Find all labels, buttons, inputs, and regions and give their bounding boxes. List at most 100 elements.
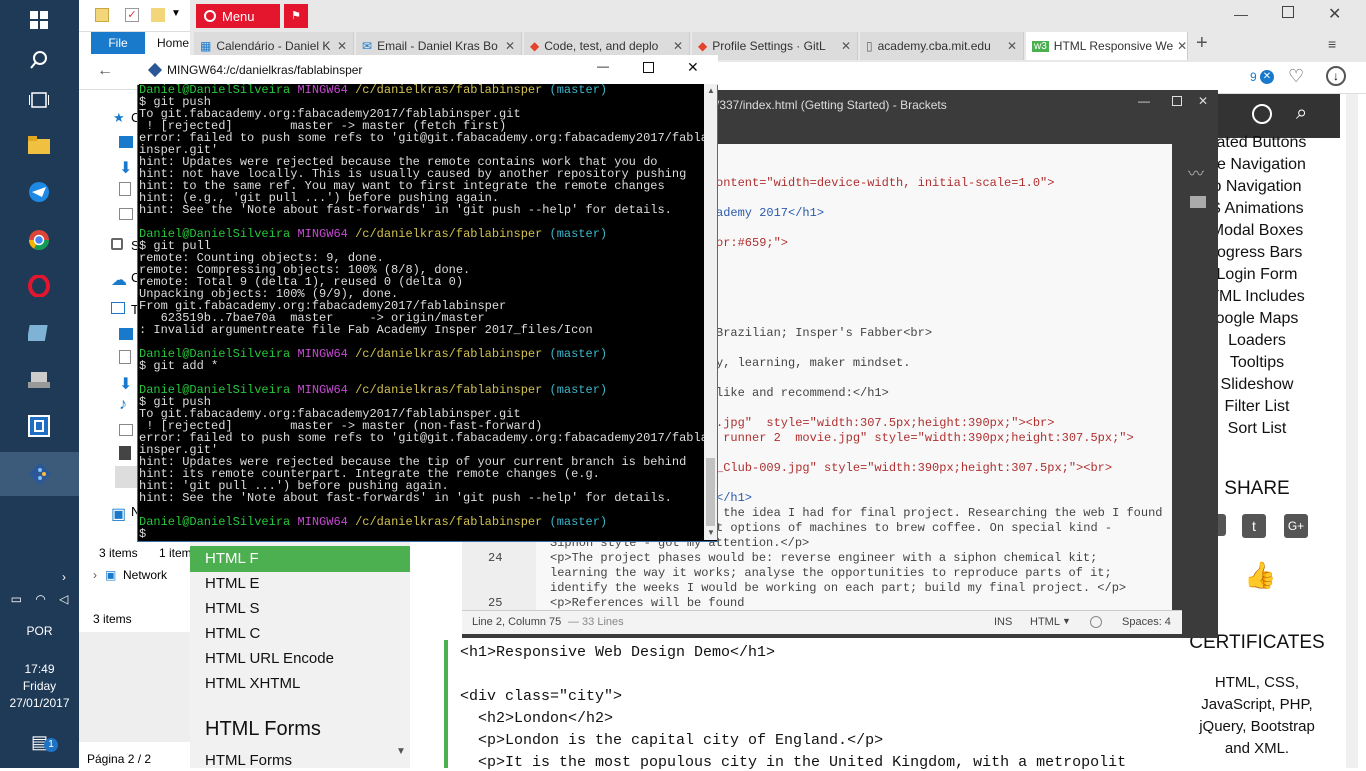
taskbar-git-bash[interactable]: [0, 452, 79, 496]
close-button[interactable]: ✕: [687, 59, 699, 76]
desktop2-icon[interactable]: [119, 328, 133, 340]
close-button[interactable]: ✕: [1328, 4, 1341, 24]
tab-html-responsive[interactable]: w3 HTML Responsive We ✕: [1026, 32, 1188, 60]
properties-icon[interactable]: ✓: [125, 8, 139, 22]
wifi-icon[interactable]: ◠: [35, 592, 45, 606]
code-line: the idea I had for final project. Resear…: [716, 506, 1163, 520]
language-select[interactable]: HTML: [1030, 616, 1060, 628]
code-line: runner 2 movie.jpg" style="width:390px;h…: [716, 431, 1134, 445]
taskbar-app-thunderbird[interactable]: [14, 172, 64, 212]
maximize-button[interactable]: [1172, 96, 1182, 106]
opera-menu-button[interactable]: Menu: [196, 4, 280, 28]
output-line: hint: See the 'Note about fast-forwards'…: [139, 491, 672, 505]
minimize-button[interactable]: —: [597, 59, 609, 73]
desktop-icon[interactable]: [119, 136, 133, 148]
left-nav-link[interactable]: HTML URL Encode: [205, 650, 334, 667]
pictures2-icon[interactable]: [119, 424, 133, 436]
pictures-icon[interactable]: [119, 208, 133, 220]
chevron-up-icon[interactable]: ›: [2, 570, 78, 584]
back-arrow-icon[interactable]: ←: [97, 62, 113, 80]
downloads2-icon[interactable]: ⬇: [119, 374, 132, 394]
battery-icon[interactable]: ▭: [11, 592, 22, 606]
scroll-up-icon[interactable]: ▲: [707, 86, 715, 95]
quick-access-icon[interactable]: ★: [113, 110, 125, 126]
volume-icon[interactable]: ◁: [59, 592, 68, 606]
left-nav-link[interactable]: HTML XHTML: [205, 675, 300, 692]
new-tab-button[interactable]: +: [1196, 32, 1208, 55]
onedrive-icon[interactable]: ☁: [111, 270, 127, 290]
opera-icon: [28, 275, 50, 297]
taskbar-app-notes[interactable]: [14, 313, 64, 353]
downloads-icon[interactable]: ⬇: [119, 158, 132, 178]
download-icon[interactable]: ↓: [1326, 66, 1346, 86]
extension-manager-icon[interactable]: [1190, 196, 1206, 208]
close-icon[interactable]: ✕: [501, 39, 515, 53]
left-nav-link[interactable]: HTML F: [205, 550, 259, 567]
close-icon[interactable]: ✕: [837, 39, 851, 53]
line-number: 25: [488, 596, 503, 610]
close-icon[interactable]: ✕: [1173, 39, 1187, 53]
cursor-position: Line 2, Column 75: [472, 616, 562, 628]
chevron-down-icon[interactable]: ▼: [171, 8, 181, 19]
brackets-icon: [28, 415, 50, 437]
taskbar-chrome[interactable]: [14, 220, 64, 260]
terminal-scrollbar[interactable]: ▲ ▼: [704, 84, 717, 540]
indent-spaces[interactable]: Spaces: 4: [1122, 616, 1171, 628]
left-nav-link[interactable]: HTML E: [205, 575, 259, 592]
page-scrollbar[interactable]: [1346, 94, 1358, 768]
taskbar-opera[interactable]: [14, 266, 64, 306]
hamburger-icon[interactable]: ≡: [1328, 36, 1336, 52]
windows-icon: [30, 11, 48, 29]
start-button[interactable]: [14, 0, 64, 40]
documents2-icon[interactable]: [119, 350, 131, 364]
left-nav-link[interactable]: HTML Forms: [205, 752, 292, 766]
chevron-down-icon[interactable]: ▼: [1062, 616, 1071, 626]
nav-item-network[interactable]: Network: [123, 568, 167, 582]
terminal-output[interactable]: Daniel@DanielSilveira MINGW64 /c/danielk…: [139, 84, 705, 540]
minimize-button[interactable]: —: [1138, 94, 1150, 108]
taskbar-file-explorer[interactable]: [14, 125, 64, 165]
this-pc-icon[interactable]: [111, 302, 125, 314]
maximize-button[interactable]: [643, 62, 654, 73]
chevron-down-icon[interactable]: ▼: [396, 746, 406, 757]
minimize-button[interactable]: —: [1234, 6, 1248, 22]
network-nav-icon[interactable]: ▣: [111, 504, 126, 524]
current-prompt[interactable]: $: [139, 528, 705, 540]
documents-icon[interactable]: [119, 182, 131, 196]
globe-icon[interactable]: [1252, 104, 1272, 124]
google-plus-icon[interactable]: G+: [1284, 514, 1308, 538]
settings-icon[interactable]: [111, 238, 123, 250]
heart-icon[interactable]: ♡: [1288, 66, 1304, 87]
adblock-icon[interactable]: ✕: [1260, 70, 1274, 84]
maximize-button[interactable]: [1282, 6, 1294, 18]
clock-time[interactable]: 17:49: [0, 662, 79, 676]
new-folder-icon[interactable]: [151, 8, 165, 22]
close-icon[interactable]: ✕: [669, 39, 683, 53]
videos-icon[interactable]: [119, 446, 131, 460]
linter-status-icon[interactable]: [1090, 616, 1102, 628]
scrollbar-thumb[interactable]: [706, 458, 715, 526]
left-nav-link[interactable]: HTML S: [205, 600, 259, 617]
search-icon[interactable]: ⌕: [1296, 102, 1307, 125]
home-tab[interactable]: Home: [157, 36, 189, 50]
left-nav-link[interactable]: HTML C: [205, 625, 260, 642]
action-center-button[interactable]: ▤ 1: [0, 732, 79, 753]
search-button[interactable]: [14, 40, 64, 80]
close-icon[interactable]: ✕: [1003, 39, 1017, 53]
taskbar-app-brackets[interactable]: [14, 406, 64, 446]
file-tab[interactable]: File: [91, 32, 145, 54]
flag-icon[interactable]: ⚑: [284, 4, 308, 28]
task-view-button[interactable]: [14, 80, 64, 120]
close-icon[interactable]: ✕: [333, 39, 347, 53]
live-preview-icon[interactable]: 〰: [1188, 160, 1204, 184]
language-indicator[interactable]: POR: [0, 624, 79, 638]
thumbs-up-icon[interactable]: 👍: [1244, 560, 1276, 591]
taskbar-app-scanner[interactable]: [14, 360, 64, 400]
music-icon[interactable]: ♪: [119, 396, 127, 414]
twitter-icon[interactable]: t: [1242, 514, 1266, 538]
tab-academy[interactable]: ▯ academy.cba.mit.edu ✕: [860, 32, 1024, 60]
chevron-right-icon[interactable]: ›: [93, 568, 97, 582]
insert-mode[interactable]: INS: [994, 616, 1012, 628]
scroll-down-icon[interactable]: ▼: [707, 528, 715, 537]
close-button[interactable]: ✕: [1198, 94, 1208, 108]
